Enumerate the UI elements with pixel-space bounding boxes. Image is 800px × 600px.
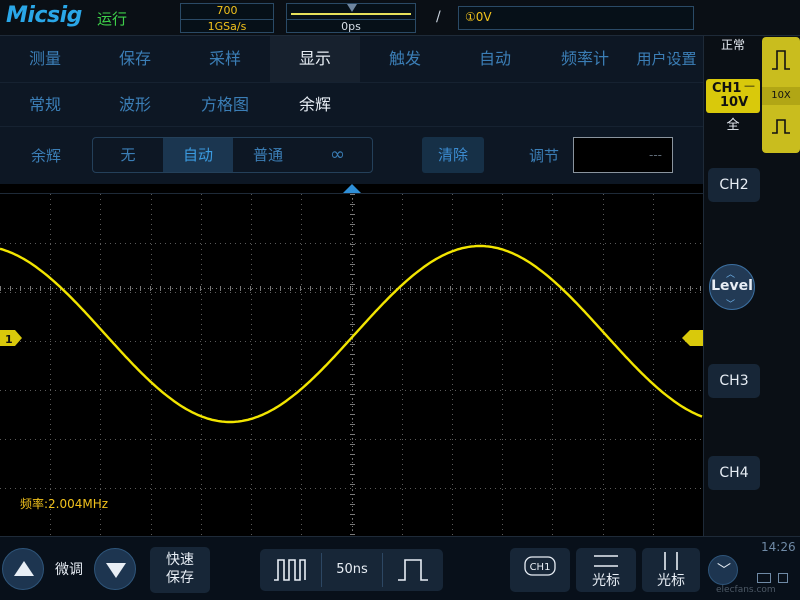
ch1-select-button[interactable]: CH1 — [510, 548, 570, 592]
ch1-chip-label: CH1 — [530, 562, 551, 573]
trigger-level-readout[interactable]: ①0V — [458, 6, 694, 30]
quick-save-button[interactable]: 快速 保存 — [150, 547, 210, 593]
subtab-persistence[interactable]: 余辉 — [270, 83, 360, 127]
timebase-zoom-out-button[interactable] — [383, 549, 443, 591]
rising-edge-icon[interactable]: / — [436, 9, 441, 25]
ch3-button[interactable]: CH3 — [708, 364, 760, 398]
usb-icon[interactable] — [778, 573, 788, 583]
trigger-position-value: 0ps — [287, 19, 415, 34]
persistence-settings: 余辉 无 自动 普通 ∞ 清除 调节 --- — [0, 126, 703, 184]
tab-auto[interactable]: 自动 — [450, 36, 540, 82]
wide-pulse-icon — [398, 559, 428, 581]
tab-trigger[interactable]: 触发 — [360, 36, 450, 82]
probe-ratio[interactable]: 10X — [762, 87, 800, 105]
tab-user-settings[interactable]: 用户设置 — [630, 36, 703, 82]
horizontal-cursor-icon — [594, 555, 618, 567]
quick-save-line1: 快速 — [166, 552, 194, 568]
sample-rate: 1GSa/s — [181, 19, 273, 34]
horizontal-cursor-button[interactable]: 光标 — [576, 548, 636, 592]
fine-adjust-label[interactable]: 微调 — [55, 559, 83, 579]
quick-save-line2: 保存 — [166, 570, 194, 586]
tab-frequency-counter[interactable]: 频率计 — [540, 36, 630, 82]
pulse-high-icon[interactable] — [771, 49, 791, 71]
ch1-label: CH1 — [712, 81, 742, 96]
ch4-button[interactable]: CH4 — [708, 456, 760, 490]
trigger-status: 正常 — [720, 38, 745, 52]
pulse-low-icon[interactable] — [771, 117, 791, 135]
timebase-control: 50ns — [260, 549, 443, 591]
subtab-general[interactable]: 常规 — [0, 83, 90, 127]
clock: 14:26 — [761, 540, 796, 554]
chevron-down-icon: ﹀ — [726, 300, 736, 310]
run-state-indicator[interactable]: 运行 — [97, 8, 127, 29]
menu-pointer-icon — [343, 184, 361, 193]
channel-panel: 正常 CH1 — 10V 全 10X CH2 ︿ Level ﹀ CH3 CH4 — [703, 36, 800, 536]
persistence-normal-option[interactable]: 普通 — [233, 138, 303, 172]
trigger-level-marker — [682, 330, 703, 346]
persistence-none-option[interactable]: 无 — [93, 138, 163, 172]
expand-menu-button[interactable]: ﹀ — [708, 555, 738, 585]
ch1-settings-button[interactable]: CH1 — 10V — [706, 79, 760, 113]
vertical-cursor-button[interactable]: 光标 — [642, 548, 700, 592]
display-subtabs: 常规 波形 方格图 余辉 — [0, 82, 703, 126]
acquisition-info[interactable]: 700 1GSa/s — [180, 3, 274, 33]
arrow-up-icon — [14, 561, 34, 576]
ch2-button[interactable]: CH2 — [708, 168, 760, 202]
main-menu-tabs: 测量 保存 采样 显示 触发 自动 频率计 用户设置 — [0, 36, 703, 82]
level-knob[interactable]: ︿ Level ﹀ — [709, 264, 755, 310]
ch1-chip-icon: CH1 — [524, 556, 556, 576]
waveform-display[interactable]: 1 频率:2.004MHz — [0, 193, 703, 537]
adjust-field[interactable]: --- — [573, 137, 673, 173]
vertical-cursor-icon — [664, 552, 678, 570]
timebase-value[interactable]: 50ns — [322, 549, 382, 591]
trigger-position-marker — [347, 4, 357, 12]
ch1-quick-panel[interactable]: 10X — [762, 37, 800, 153]
graticule: 1 — [0, 194, 703, 537]
frequency-readout: 频率:2.004MHz — [20, 497, 109, 511]
level-label: Level — [711, 278, 753, 294]
top-status-bar: Micsig 运行 700 1GSa/s 0ps / ①0V — [0, 0, 800, 36]
decrease-button[interactable] — [94, 548, 136, 590]
chevron-down-icon: ﹀ — [717, 563, 731, 579]
tab-save[interactable]: 保存 — [90, 36, 180, 82]
subtab-waveform[interactable]: 波形 — [90, 83, 180, 127]
ch1-bandwidth: 全 — [726, 118, 740, 133]
subtab-grid[interactable]: 方格图 — [180, 83, 270, 127]
persistence-auto-option[interactable]: 自动 — [163, 138, 233, 172]
watermark: elecfans.com — [716, 585, 776, 595]
ch1-scale: 10V — [720, 95, 749, 110]
tab-acquire[interactable]: 采样 — [180, 36, 270, 82]
trigger-position-bar[interactable]: 0ps — [286, 3, 416, 33]
memory-window-line — [291, 13, 411, 15]
ch1-ground-marker-label: 1 — [5, 333, 13, 346]
horizontal-cursor-label: 光标 — [592, 573, 620, 589]
timebase-zoom-in-button[interactable] — [260, 549, 320, 591]
screen-icon[interactable] — [757, 573, 771, 583]
clear-button[interactable]: 清除 — [422, 137, 484, 173]
increase-button[interactable] — [2, 548, 44, 590]
tab-display[interactable]: 显示 — [270, 36, 360, 82]
vertical-cursor-label: 光标 — [657, 573, 685, 589]
tab-measure[interactable]: 测量 — [0, 36, 90, 82]
arrow-down-icon — [106, 563, 126, 578]
persistence-infinite-option[interactable]: ∞ — [303, 138, 372, 172]
bottom-toolbar: 微调 快速 保存 50ns CH1 光标 光标 ﹀ 14:26 elecfans… — [0, 536, 800, 600]
dc-coupling-icon: — — [744, 79, 755, 92]
persistence-label: 余辉 — [31, 147, 62, 165]
memory-depth: 700 — [216, 4, 238, 17]
persistence-mode-selector: 无 自动 普通 ∞ — [92, 137, 373, 173]
narrow-pulses-icon — [274, 559, 306, 581]
brand-logo: Micsig — [6, 3, 82, 28]
adjust-label: 调节 — [529, 147, 560, 165]
